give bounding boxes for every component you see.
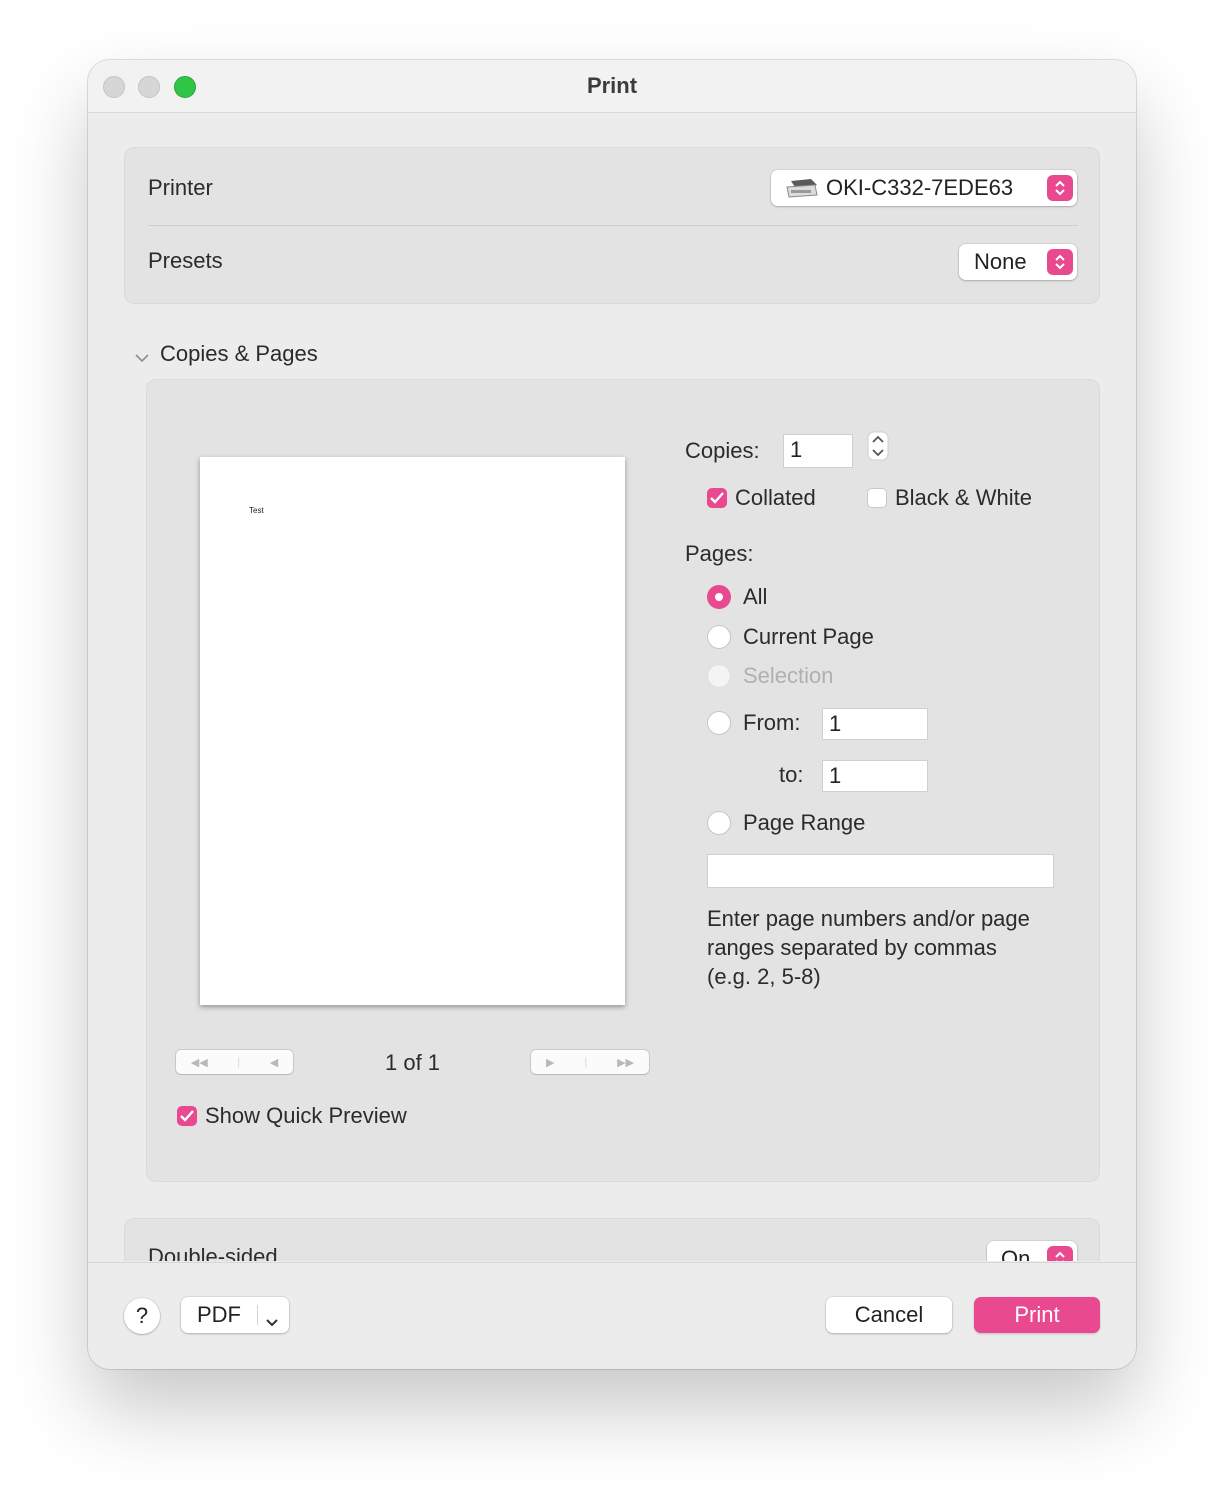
radio-page-range[interactable] (707, 811, 731, 835)
pdf-menu-button[interactable]: PDF (181, 1297, 289, 1333)
radio-all-label[interactable]: All (743, 584, 767, 610)
radio-selection (707, 664, 731, 688)
printer-group: Printer OKI-C332-7EDE63 Presets None (124, 147, 1100, 304)
dialog-content: Printer OKI-C332-7EDE63 Presets None Cop… (88, 113, 1136, 1261)
pdf-label: PDF (197, 1302, 241, 1327)
copies-label: Copies: (685, 438, 760, 463)
to-field[interactable]: 1 (822, 760, 928, 792)
copies-stepper[interactable] (867, 431, 889, 466)
collated-label[interactable]: Collated (735, 485, 816, 511)
double-sided-label: Double-sided (148, 1244, 278, 1261)
stepper-icon (1047, 1246, 1073, 1261)
black-white-checkbox[interactable] (867, 488, 887, 508)
cancel-button[interactable]: Cancel (826, 1297, 952, 1333)
radio-selection-label: Selection (743, 663, 834, 688)
black-white-label[interactable]: Black & White (895, 485, 1032, 511)
radio-current-page[interactable] (707, 625, 731, 649)
dialog-footer: ? PDF Cancel Print (88, 1262, 1136, 1369)
radio-current-page-label[interactable]: Current Page (743, 624, 874, 650)
to-label: to: (779, 762, 804, 787)
printer-value: OKI-C332-7EDE63 (826, 175, 1014, 200)
printer-icon (785, 177, 819, 199)
stepper-icon (1047, 249, 1073, 275)
show-quick-preview-label[interactable]: Show Quick Preview (205, 1103, 407, 1129)
first-prev-buttons[interactable]: ◀◀ | ◀ (176, 1050, 293, 1074)
page-preview: Test (200, 457, 625, 1005)
printer-label: Printer (148, 175, 213, 200)
presets-popup[interactable]: None (959, 244, 1077, 280)
page-range-field[interactable] (707, 854, 1054, 888)
print-button[interactable]: Print (974, 1297, 1100, 1333)
print-dialog: Print Printer OKI-C332-7EDE63 Presets No… (88, 60, 1136, 1369)
title-bar: Print (88, 60, 1136, 113)
printer-popup[interactable]: OKI-C332-7EDE63 (771, 170, 1077, 206)
radio-all[interactable] (707, 585, 731, 609)
radio-from[interactable] (707, 711, 731, 735)
presets-label: Presets (148, 248, 223, 273)
next-page-icon[interactable]: ▶ (546, 1056, 554, 1069)
double-sided-group: Double-sided On (124, 1218, 1100, 1261)
copies-pages-title[interactable]: Copies & Pages (160, 341, 318, 367)
from-field[interactable]: 1 (822, 708, 928, 740)
show-quick-preview-checkbox[interactable] (177, 1106, 197, 1126)
page-indicator: 1 of 1 (385, 1050, 441, 1075)
copies-pages-panel: Test ◀◀ | ◀ 1 of 1 ▶ | ▶▶ Show Quick Pre… (146, 379, 1100, 1182)
chevron-down-icon (265, 1309, 279, 1335)
presets-value: None (974, 249, 1027, 274)
last-page-icon[interactable]: ▶▶ (617, 1056, 634, 1069)
next-last-buttons[interactable]: ▶ | ▶▶ (531, 1050, 649, 1074)
double-sided-popup[interactable]: On (987, 1241, 1077, 1261)
from-label[interactable]: From: (743, 710, 800, 736)
pages-label: Pages: (685, 541, 754, 566)
page-range-label[interactable]: Page Range (743, 810, 865, 836)
group-divider (148, 225, 1078, 226)
window-title: Print (586, 73, 638, 98)
stepper-icon (1047, 175, 1073, 201)
preview-text: Test (249, 506, 264, 515)
first-page-icon[interactable]: ◀◀ (191, 1056, 208, 1069)
double-sided-value: On (1001, 1246, 1031, 1261)
help-button[interactable]: ? (124, 1298, 160, 1334)
prev-page-icon[interactable]: ◀ (270, 1056, 278, 1069)
copies-field[interactable]: 1 (783, 434, 853, 468)
page-range-help: Enter page numbers and/or page ranges se… (707, 906, 1030, 989)
chevron-down-icon[interactable] (134, 350, 150, 368)
collated-checkbox[interactable] (707, 488, 727, 508)
